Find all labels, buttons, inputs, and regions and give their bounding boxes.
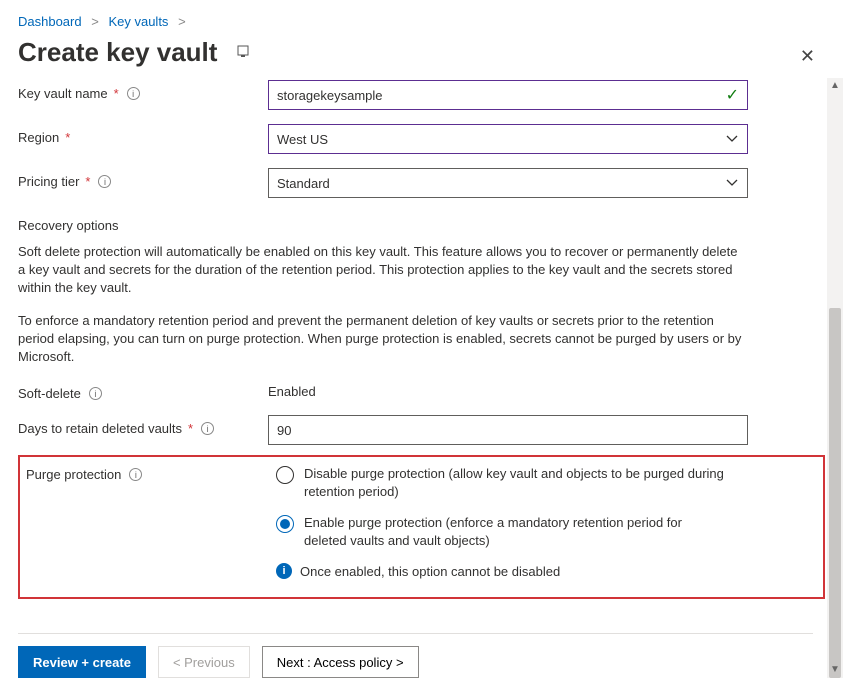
region-select[interactable]: West US bbox=[268, 124, 748, 154]
pin-icon[interactable] bbox=[235, 43, 251, 62]
info-icon[interactable]: i bbox=[201, 422, 214, 435]
region-label: Region bbox=[18, 130, 59, 145]
purge-note: Once enabled, this option cannot be disa… bbox=[300, 564, 560, 579]
retention-days-value: 90 bbox=[277, 423, 291, 438]
recovery-para-2: To enforce a mandatory retention period … bbox=[18, 312, 748, 367]
previous-button: < Previous bbox=[158, 646, 250, 678]
scrollbar-thumb[interactable] bbox=[829, 308, 841, 678]
page-title: Create key vault bbox=[18, 37, 217, 68]
info-solid-icon: i bbox=[276, 563, 292, 579]
next-button[interactable]: Next : Access policy > bbox=[262, 646, 419, 678]
recovery-para-1: Soft delete protection will automaticall… bbox=[18, 243, 748, 298]
info-icon[interactable]: i bbox=[98, 175, 111, 188]
pricing-tier-value: Standard bbox=[277, 176, 330, 191]
info-icon[interactable]: i bbox=[129, 468, 142, 481]
soft-delete-label: Soft-delete bbox=[18, 386, 81, 401]
required-icon: * bbox=[188, 421, 193, 436]
chevron-down-icon bbox=[725, 132, 739, 146]
purge-protection-label: Purge protection bbox=[26, 467, 121, 482]
retention-days-label: Days to retain deleted vaults bbox=[18, 421, 182, 436]
scroll-up-icon[interactable]: ▲ bbox=[827, 78, 843, 94]
scroll-down-icon[interactable]: ▼ bbox=[827, 662, 843, 678]
check-icon: ✓ bbox=[726, 85, 739, 105]
keyvault-name-input[interactable]: storagekeysample ✓ bbox=[268, 80, 748, 110]
recovery-options-heading: Recovery options bbox=[18, 218, 825, 233]
required-icon: * bbox=[114, 86, 119, 101]
breadcrumb-keyvaults[interactable]: Key vaults bbox=[108, 14, 168, 29]
pricing-tier-select[interactable]: Standard bbox=[268, 168, 748, 198]
retention-days-input[interactable]: 90 bbox=[268, 415, 748, 445]
info-icon[interactable]: i bbox=[127, 87, 140, 100]
breadcrumb: Dashboard > Key vaults > bbox=[0, 0, 843, 35]
purge-enable-radio[interactable] bbox=[276, 515, 294, 533]
close-icon[interactable]: ✕ bbox=[800, 46, 815, 67]
chevron-down-icon bbox=[725, 176, 739, 190]
purge-enable-text: Enable purge protection (enforce a manda… bbox=[304, 514, 724, 549]
purge-disable-radio[interactable] bbox=[276, 466, 294, 484]
review-create-button[interactable]: Review + create bbox=[18, 646, 146, 678]
required-icon: * bbox=[85, 174, 90, 189]
pricing-tier-label: Pricing tier bbox=[18, 174, 79, 189]
soft-delete-value: Enabled bbox=[268, 380, 748, 399]
region-value: West US bbox=[277, 132, 328, 147]
purge-disable-text: Disable purge protection (allow key vaul… bbox=[304, 465, 724, 500]
keyvault-name-value: storagekeysample bbox=[277, 88, 383, 103]
chevron-right-icon: > bbox=[91, 14, 99, 29]
chevron-right-icon: > bbox=[178, 14, 186, 29]
info-icon[interactable]: i bbox=[89, 387, 102, 400]
breadcrumb-dashboard[interactable]: Dashboard bbox=[18, 14, 82, 29]
purge-protection-highlight: Purge protection i Disable purge protect… bbox=[18, 455, 825, 599]
required-icon: * bbox=[65, 130, 70, 145]
keyvault-name-label: Key vault name bbox=[18, 86, 108, 101]
scrollbar[interactable]: ▲ ▼ bbox=[827, 78, 843, 678]
